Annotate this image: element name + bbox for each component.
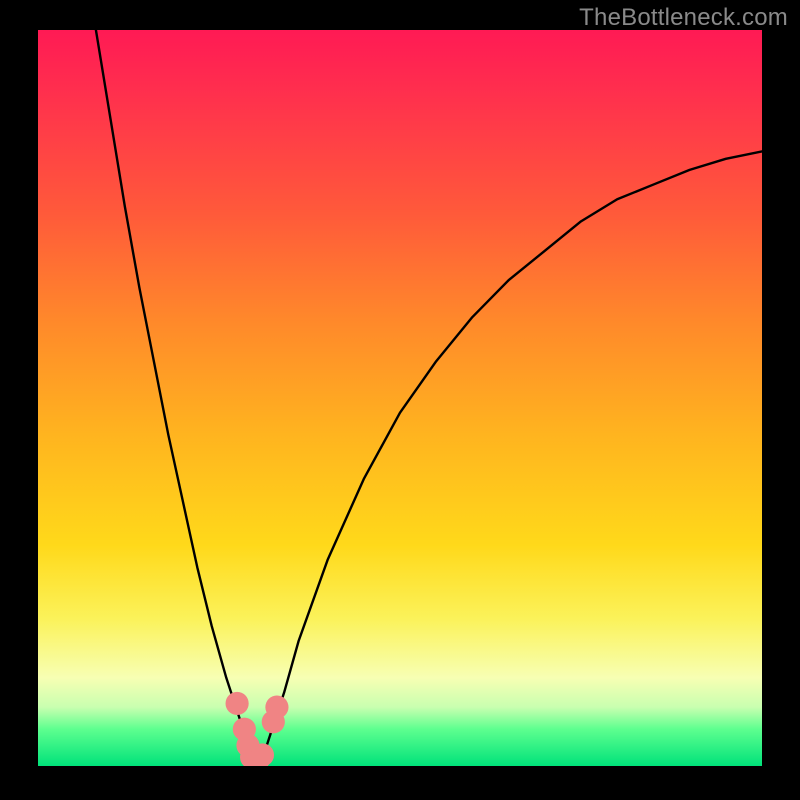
bottleneck-curve (96, 30, 762, 759)
marker-dot (233, 718, 256, 741)
highlight-markers (226, 692, 289, 766)
watermark-text: TheBottleneck.com (579, 4, 788, 32)
marker-dot (226, 692, 249, 715)
marker-dot (262, 710, 285, 733)
chart-overlay (38, 30, 762, 766)
marker-dot (265, 696, 288, 719)
marker-dot (247, 747, 270, 766)
marker-dot (240, 746, 263, 766)
plot-area (38, 30, 762, 766)
chart-frame: TheBottleneck.com (0, 0, 800, 800)
marker-dot (236, 734, 259, 757)
marker-dot (251, 743, 274, 766)
